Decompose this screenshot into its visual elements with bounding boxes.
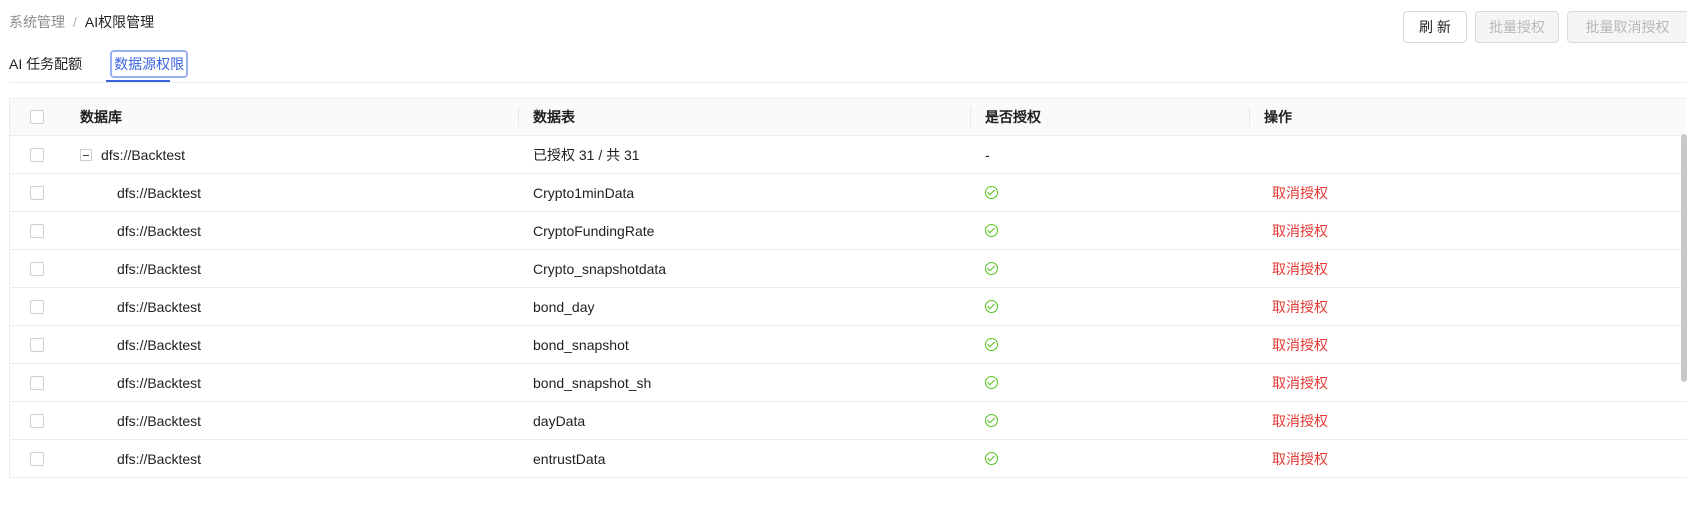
table-row: dfs://Backtest bond_day 取消授权 bbox=[10, 288, 1687, 326]
check-circle-icon bbox=[985, 262, 998, 275]
check-circle-icon bbox=[985, 338, 998, 351]
row-database: dfs://Backtest bbox=[117, 336, 202, 353]
row-check-cell bbox=[30, 174, 44, 211]
row-table-name: Crypto1minData bbox=[533, 184, 635, 201]
group-summary: 已授权 31 / 共 31 bbox=[533, 146, 640, 163]
revoke-link[interactable]: 取消授权 bbox=[1264, 174, 1328, 211]
row-checkbox[interactable] bbox=[30, 375, 44, 390]
batch-revoke-button[interactable]: 批量取消授权 bbox=[1567, 11, 1687, 43]
check-circle-icon bbox=[985, 224, 998, 237]
check-circle-icon bbox=[985, 414, 998, 427]
table-row: dfs://Backtest Crypto_snapshotdata 取消授权 bbox=[10, 250, 1687, 288]
batch-grant-button[interactable]: 批量授权 bbox=[1475, 11, 1559, 43]
table-row: dfs://Backtest dayData 取消授权 bbox=[10, 402, 1687, 440]
row-authorized-cell bbox=[985, 288, 998, 325]
vertical-scrollbar[interactable] bbox=[1681, 134, 1687, 382]
select-all-checkbox[interactable] bbox=[30, 110, 44, 124]
row-table-name: bond_snapshot_sh bbox=[533, 374, 652, 391]
breadcrumb-separator: / bbox=[73, 14, 77, 30]
table-row: dfs://Backtest CryptoFundingRate 取消授权 bbox=[10, 212, 1687, 250]
row-checkbox[interactable] bbox=[30, 147, 44, 162]
row-check-cell bbox=[30, 212, 44, 249]
column-divider[interactable] bbox=[1249, 107, 1250, 127]
row-table-name: bond_day bbox=[533, 298, 595, 315]
table-row: dfs://Backtest entrustData 取消授权 bbox=[10, 440, 1687, 478]
row-authorized-cell bbox=[985, 402, 998, 439]
header-authorized: 是否授权 bbox=[985, 109, 1041, 125]
row-checkbox[interactable] bbox=[30, 413, 44, 428]
group-database-cell: dfs://Backtest bbox=[80, 136, 185, 173]
row-checkbox[interactable] bbox=[30, 337, 44, 352]
row-check-cell bbox=[30, 136, 44, 173]
breadcrumb-parent[interactable]: 系统管理 bbox=[9, 12, 65, 32]
toolbar: 刷 新 批量授权 批量取消授权 bbox=[1403, 11, 1687, 43]
column-divider[interactable] bbox=[518, 107, 519, 127]
select-all-cell bbox=[30, 99, 44, 135]
header-operation: 操作 bbox=[1264, 109, 1292, 125]
row-authorized-cell bbox=[985, 250, 998, 287]
row-check-cell bbox=[30, 250, 44, 287]
check-circle-icon bbox=[985, 300, 998, 313]
table-row: dfs://Backtest bond_snapshot 取消授权 bbox=[10, 326, 1687, 364]
row-authorized-cell bbox=[985, 212, 998, 249]
row-check-cell bbox=[30, 364, 44, 401]
row-database: dfs://Backtest bbox=[117, 450, 202, 467]
row-database: dfs://Backtest bbox=[117, 298, 202, 315]
revoke-link[interactable]: 取消授权 bbox=[1264, 250, 1328, 287]
header-table: 数据表 bbox=[533, 109, 575, 125]
group-database-name: dfs://Backtest bbox=[101, 146, 186, 163]
tab-bar: AI 任务配额 数据源权限 bbox=[9, 50, 189, 78]
row-checkbox[interactable] bbox=[30, 299, 44, 314]
row-checkbox[interactable] bbox=[30, 185, 44, 200]
row-table-name: entrustData bbox=[533, 450, 606, 467]
row-check-cell bbox=[30, 326, 44, 363]
row-database: dfs://Backtest bbox=[117, 374, 202, 391]
revoke-link[interactable]: 取消授权 bbox=[1264, 440, 1328, 477]
row-authorized-cell bbox=[985, 440, 998, 477]
row-table-name: dayData bbox=[533, 412, 586, 429]
row-database: dfs://Backtest bbox=[117, 184, 202, 201]
row-table-name: CryptoFundingRate bbox=[533, 222, 655, 239]
breadcrumb-current: AI权限管理 bbox=[84, 14, 155, 30]
row-authorized-cell bbox=[985, 174, 998, 211]
check-circle-icon bbox=[985, 376, 998, 389]
breadcrumb: 系统管理 / AI权限管理 bbox=[9, 12, 154, 32]
row-check-cell bbox=[30, 288, 44, 325]
column-divider[interactable] bbox=[970, 107, 971, 127]
table-header: 数据库 数据表 是否授权 操作 bbox=[10, 99, 1687, 136]
row-table-name: bond_snapshot bbox=[533, 336, 629, 353]
tab-ai-task-quota[interactable]: AI 任务配额 bbox=[9, 52, 82, 76]
row-authorized-cell bbox=[985, 364, 998, 401]
check-circle-icon bbox=[985, 186, 998, 199]
row-checkbox[interactable] bbox=[30, 223, 44, 238]
collapse-icon[interactable] bbox=[80, 148, 92, 161]
revoke-link[interactable]: 取消授权 bbox=[1264, 288, 1328, 325]
row-database: dfs://Backtest bbox=[117, 412, 202, 429]
tab-datasource-permissions[interactable]: 数据源权限 bbox=[110, 50, 189, 78]
row-check-cell bbox=[30, 402, 44, 439]
header-database: 数据库 bbox=[80, 109, 122, 125]
tabs-divider bbox=[9, 82, 1687, 83]
row-table-name: Crypto_snapshotdata bbox=[533, 260, 667, 277]
row-check-cell bbox=[30, 440, 44, 477]
revoke-link[interactable]: 取消授权 bbox=[1264, 326, 1328, 363]
revoke-link[interactable]: 取消授权 bbox=[1264, 364, 1328, 401]
table-group-row: dfs://Backtest 已授权 31 / 共 31 - bbox=[10, 136, 1687, 174]
revoke-link[interactable]: 取消授权 bbox=[1264, 212, 1328, 249]
row-database: dfs://Backtest bbox=[117, 260, 202, 277]
row-checkbox[interactable] bbox=[30, 261, 44, 276]
permissions-table: 数据库 数据表 是否授权 操作 dfs://Backtest 已授权 31 / … bbox=[9, 98, 1687, 478]
row-database: dfs://Backtest bbox=[117, 222, 202, 239]
revoke-link[interactable]: 取消授权 bbox=[1264, 402, 1328, 439]
refresh-button[interactable]: 刷 新 bbox=[1403, 11, 1467, 43]
check-circle-icon bbox=[985, 452, 998, 465]
group-authorized: - bbox=[985, 146, 990, 163]
table-row: dfs://Backtest bond_snapshot_sh 取消授权 bbox=[10, 364, 1687, 402]
table-row: dfs://Backtest Crypto1minData 取消授权 bbox=[10, 174, 1687, 212]
row-authorized-cell bbox=[985, 326, 998, 363]
row-checkbox[interactable] bbox=[30, 451, 44, 466]
